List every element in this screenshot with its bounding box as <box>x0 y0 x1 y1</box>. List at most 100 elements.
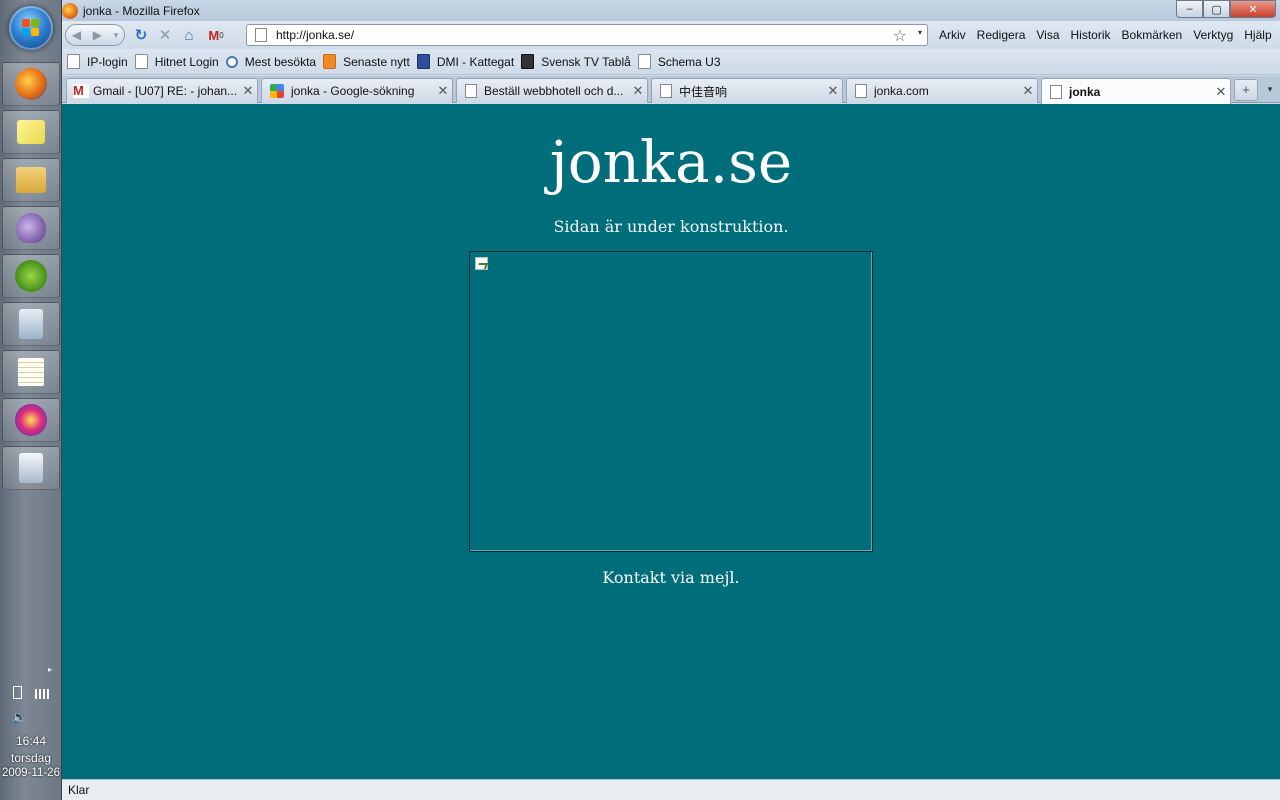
forward-icon[interactable]: ▶ <box>93 28 102 42</box>
start-button[interactable] <box>9 6 53 50</box>
clock-day[interactable]: torsdag <box>0 751 62 765</box>
taskbar-clipboard[interactable] <box>2 446 60 490</box>
menu-historik[interactable]: Historik <box>1071 28 1111 42</box>
notepad-icon <box>18 358 44 386</box>
firefox-icon <box>15 68 47 100</box>
taskbar-file-explorer[interactable] <box>2 158 60 202</box>
stop-icon[interactable]: ✕ <box>153 24 177 46</box>
back-icon[interactable]: ◀ <box>72 28 81 42</box>
tab-zhongjia-yinxiang[interactable]: 中佳音响 ✕ <box>651 78 843 103</box>
battery-icon[interactable] <box>12 686 22 699</box>
bookmark-senaste-nytt[interactable]: Senaste nytt <box>323 54 410 69</box>
contact-link[interactable]: Kontakt via mejl. <box>62 568 1280 587</box>
bookmark-label: DMI - Kattegat <box>436 54 515 69</box>
bookmark-schema-u3[interactable]: Schema U3 <box>637 54 721 69</box>
menu-bokmarken[interactable]: Bokmärken <box>1122 28 1183 42</box>
taskbar-spotify[interactable] <box>2 254 60 298</box>
tab-label: jonka.com <box>874 84 929 98</box>
bookmark-mest-besokta[interactable]: Mest besökta <box>225 55 316 69</box>
page-icon <box>67 54 80 69</box>
page-icon <box>637 54 651 69</box>
bookmark-ip-login[interactable]: IP-login <box>67 54 128 69</box>
status-text: Klar <box>68 783 90 797</box>
page-icon <box>1050 84 1062 99</box>
close-button[interactable]: ✕ <box>1230 0 1276 18</box>
close-tab-icon[interactable]: ✕ <box>629 83 647 99</box>
file-explorer-icon <box>16 167 46 193</box>
url-dropdown-icon[interactable]: ▾ <box>918 28 922 37</box>
rss-icon <box>323 54 337 69</box>
clock-date[interactable]: 2009-11-26 <box>0 767 62 779</box>
page-subtitle: Sidan är under konstruktion. <box>553 217 789 236</box>
taskbar-calculator[interactable] <box>2 302 60 346</box>
status-bar: Klar <box>62 779 1280 800</box>
sticky-notes-icon <box>17 120 45 144</box>
close-tab-icon[interactable]: ✕ <box>239 83 257 99</box>
tab-bestall-webbhotell[interactable]: Beställ webbhotell och d... ✕ <box>456 78 648 103</box>
bookmark-label: Senaste nytt <box>343 54 410 69</box>
tab-label: jonka <box>1069 84 1101 99</box>
broken-image-frame <box>469 251 873 552</box>
close-tab-icon[interactable]: ✕ <box>1019 83 1037 99</box>
window-controls: – ▢ ✕ <box>1176 0 1276 18</box>
menu-verktyg[interactable]: Verktyg <box>1193 28 1233 42</box>
tab-label: Beställ webbhotell och d... <box>484 84 624 98</box>
tray-expand-icon[interactable]: ▸ <box>48 665 52 674</box>
tab-jonka-com[interactable]: jonka.com ✕ <box>846 78 1038 103</box>
tab-label: 中佳音响 <box>679 84 728 99</box>
bookmark-star-icon[interactable]: ☆ <box>893 26 907 46</box>
tab-gmail[interactable]: M Gmail - [U07] RE: - johan... ✕ <box>66 78 258 103</box>
menu-visa[interactable]: Visa <box>1036 28 1059 42</box>
close-tab-icon[interactable]: ✕ <box>824 83 842 99</box>
new-tab-button[interactable]: + <box>1234 79 1258 101</box>
volume-icon[interactable]: 🔈 <box>0 710 62 724</box>
taskbar-firefox[interactable] <box>2 62 60 106</box>
bookmark-dmi-kattegat[interactable]: DMI - Kattegat <box>416 54 515 69</box>
system-tray: ▸ 🔈 16:44 torsdag 2009-11-26 <box>0 660 62 800</box>
home-icon[interactable]: ⌂ <box>177 24 201 46</box>
reload-icon[interactable]: ↻ <box>129 24 153 46</box>
minimize-button[interactable]: – <box>1176 0 1203 18</box>
window-title: jonka - Mozilla Firefox <box>83 3 200 18</box>
tab-jonka-active[interactable]: jonka ✕ <box>1041 78 1231 104</box>
menu-arkiv[interactable]: Arkiv <box>939 28 966 42</box>
history-dropdown-icon[interactable]: ▾ <box>114 30 119 41</box>
taskbar-notepad[interactable] <box>2 350 60 394</box>
tray-icons <box>0 686 62 702</box>
gmail-icon: M <box>208 27 220 43</box>
taskbar-pidgin[interactable] <box>2 206 60 250</box>
firefox-icon[interactable] <box>62 2 78 19</box>
gmail-notifier-button[interactable]: M0 <box>201 24 231 46</box>
page-content: jonka.se Sidan är under konstruktion. Ko… <box>62 104 1280 779</box>
tab-list-dropdown-icon[interactable]: ▾ <box>1262 79 1278 101</box>
page-icon <box>855 84 867 98</box>
signal-icon[interactable] <box>35 689 50 699</box>
taskbar-sticky-notes[interactable] <box>2 110 60 154</box>
close-tab-icon[interactable]: ✕ <box>434 83 452 99</box>
tab-strip: M Gmail - [U07] RE: - johan... ✕ jonka -… <box>62 76 1280 104</box>
close-tab-icon[interactable]: ✕ <box>1212 84 1230 100</box>
taskbar-starburst[interactable] <box>2 398 60 442</box>
tab-google-search[interactable]: jonka - Google-sökning ✕ <box>261 78 453 103</box>
windows-logo-icon <box>22 19 40 37</box>
menu-hjalp[interactable]: Hjälp <box>1244 28 1271 42</box>
bookmarks-toolbar: IP-login Hitnet Login Mest besökta Senas… <box>62 49 1280 75</box>
gmail-unread-count: 0 <box>219 30 224 40</box>
spotify-icon <box>15 260 47 292</box>
title-bar[interactable]: jonka - Mozilla Firefox – ▢ ✕ <box>62 0 1280 21</box>
bookmark-hitnet-login[interactable]: Hitnet Login <box>134 54 219 69</box>
tab-label: jonka - Google-sökning <box>291 84 415 98</box>
firefox-window: jonka - Mozilla Firefox – ▢ ✕ ◀ ▶ ▾ ↻ ✕ … <box>62 0 1280 800</box>
page-title: jonka.se <box>549 128 793 196</box>
navigation-toolbar: ◀ ▶ ▾ ↻ ✕ ⌂ M0 ☆ ▾ Arkiv Redigera Visa H… <box>62 21 1280 49</box>
menu-bar: Arkiv Redigera Visa Historik Bokmärken V… <box>939 24 1272 46</box>
bookmark-label: Schema U3 <box>657 54 721 69</box>
bookmark-svensk-tv-tabla[interactable]: Svensk TV Tablå <box>521 54 631 69</box>
clock-time[interactable]: 16:44 <box>0 734 62 748</box>
maximize-button[interactable]: ▢ <box>1203 0 1230 18</box>
url-bar[interactable]: ☆ ▾ <box>246 24 928 46</box>
menu-redigera[interactable]: Redigera <box>977 28 1026 42</box>
search-icon <box>225 55 238 68</box>
broken-image-icon <box>475 257 488 270</box>
url-input[interactable] <box>276 28 876 42</box>
